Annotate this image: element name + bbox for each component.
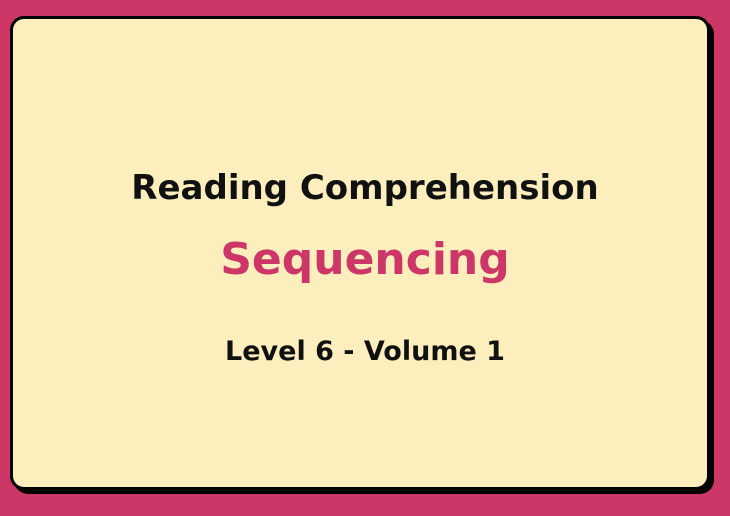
subtitle: Sequencing [220, 234, 510, 285]
title: Reading Comprehension [131, 168, 599, 208]
level-label: Level 6 - Volume 1 [225, 336, 505, 367]
